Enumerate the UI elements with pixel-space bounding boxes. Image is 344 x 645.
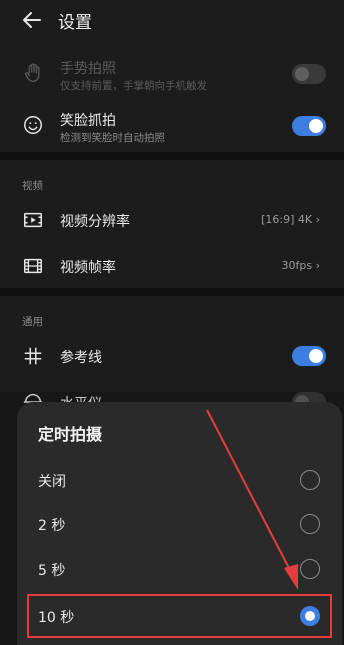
- gridline-toggle[interactable]: [292, 346, 326, 366]
- option-label: 5 秒: [38, 563, 66, 579]
- setting-video-resolution[interactable]: 视频分辨率 [16:9] 4K ›: [0, 198, 344, 242]
- smile-desc: 检测到笑脸时自动拍照: [60, 132, 165, 144]
- option-label: 关闭: [38, 474, 66, 490]
- setting-gesture-photo[interactable]: 手势拍照 仅支持前置，手掌朝向手机触发: [0, 52, 344, 100]
- section-header-general: 通用: [22, 316, 43, 328]
- radio-button[interactable]: [300, 514, 320, 534]
- gridline-label: 参考线: [60, 350, 102, 366]
- gesture-label: 手势拍照: [60, 61, 116, 77]
- toggle-knob: [309, 349, 323, 363]
- resolution-value: [16:9] 4K ›: [261, 213, 320, 226]
- hand-icon: [24, 63, 40, 82]
- option-label: 2 秒: [38, 518, 66, 534]
- annotation-highlight-box: [27, 594, 332, 638]
- gesture-toggle[interactable]: [292, 64, 326, 84]
- framerate-value: 30fps ›: [281, 259, 321, 272]
- gesture-desc: 仅支持前置，手掌朝向手机触发: [60, 80, 207, 92]
- resolution-label: 视频分辨率: [60, 214, 130, 230]
- back-arrow-icon[interactable]: [20, 8, 44, 32]
- timer-option-off[interactable]: 关闭: [17, 458, 342, 502]
- app-header: 设置: [0, 0, 344, 40]
- framerate-label: 视频帧率: [60, 260, 116, 276]
- film-icon: [24, 258, 42, 274]
- toggle-knob: [295, 67, 309, 81]
- setting-video-framerate[interactable]: 视频帧率 30fps ›: [0, 244, 344, 288]
- timer-option-5s[interactable]: 5 秒: [17, 547, 342, 591]
- smile-label: 笑脸抓拍: [60, 113, 116, 129]
- sheet-title: 定时拍摄: [38, 425, 103, 444]
- chevron-right-icon: ›: [315, 213, 320, 226]
- smile-icon: [24, 116, 42, 134]
- page-title: 设置: [58, 13, 92, 33]
- video-resolution-icon: [24, 212, 42, 228]
- timer-option-2s[interactable]: 2 秒: [17, 502, 342, 546]
- section-divider: [0, 152, 344, 160]
- setting-gridline[interactable]: 参考线: [0, 334, 344, 378]
- chevron-right-icon: ›: [315, 259, 320, 272]
- radio-button[interactable]: [300, 470, 320, 490]
- radio-button[interactable]: [300, 559, 320, 579]
- section-header-video: 视频: [22, 180, 43, 192]
- section-divider: [0, 288, 344, 296]
- grid-icon: [24, 347, 42, 365]
- toggle-knob: [309, 119, 323, 133]
- smile-toggle[interactable]: [292, 116, 326, 136]
- setting-smile-capture[interactable]: 笑脸抓拍 检测到笑脸时自动拍照: [0, 104, 344, 152]
